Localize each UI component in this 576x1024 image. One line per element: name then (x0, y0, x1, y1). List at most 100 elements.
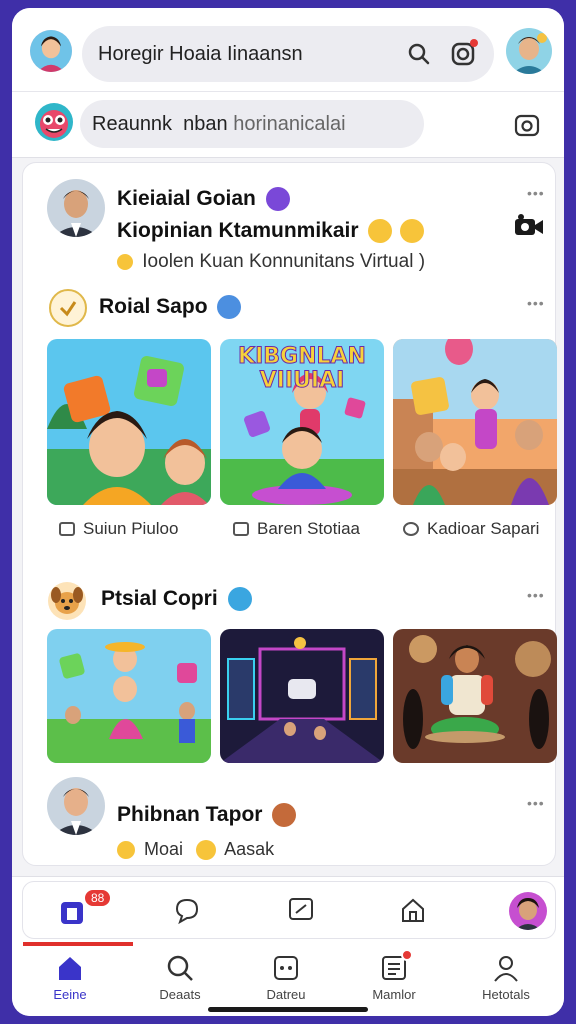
globe-emoji-icon (227, 587, 252, 612)
profile-icon (491, 953, 521, 983)
location-emoji-icon (117, 253, 133, 270)
chat-icon (403, 522, 419, 536)
post-author-name-text: Kieiaial Goian (117, 187, 256, 210)
party-cake-image (393, 629, 557, 763)
thumb-caption-1[interactable]: Suiun Piuloo (59, 519, 178, 539)
section-3-avatar[interactable] (47, 777, 105, 835)
profile-avatar[interactable] (506, 28, 552, 74)
edit-icon (233, 522, 249, 536)
search-icon (165, 953, 195, 983)
home-indicator (208, 1007, 368, 1012)
house-tab-icon[interactable] (397, 894, 429, 926)
image-icon (59, 522, 75, 536)
section-2-more-icon[interactable]: ••• (527, 587, 545, 603)
status-input[interactable]: Reaunnk nban horinanicalai (80, 100, 424, 148)
section-logo-icon (49, 289, 87, 327)
smile-emoji-icon (368, 219, 393, 244)
avatar-face-icon (509, 892, 547, 930)
chat-tab-icon[interactable] (171, 894, 203, 926)
post-author-avatar[interactable] (47, 179, 105, 237)
nav-home-label: Eeine (53, 987, 87, 1002)
user-avatar[interactable] (28, 28, 74, 74)
compose-tab-icon[interactable] (285, 894, 317, 926)
active-tab-underline (23, 942, 133, 946)
gallery-thumb-2[interactable]: KIBGNLAN VIIUIAI (220, 339, 384, 505)
nav-news[interactable]: Mamlor (346, 949, 442, 1002)
verified-badge-icon (265, 187, 290, 212)
gallery-thumb-5[interactable] (220, 629, 384, 763)
section-title-1-text: Roial Sapo (99, 295, 208, 318)
nav-games-label: Datreu (266, 987, 306, 1002)
mini-profile-avatar[interactable] (509, 892, 547, 930)
post-subtitle-text: Kiopinian Ktamunmikair (117, 219, 359, 242)
thumb-caption-3-text: Kadioar Sapari (427, 519, 540, 538)
person-face-icon (47, 777, 105, 835)
nav-search-label: Deaats (159, 987, 201, 1002)
news-icon (379, 949, 413, 983)
kids-playing-image (47, 339, 211, 505)
app-screen: Horegir Hoaia Iinaansn Reaunnk nban hori… (12, 8, 564, 1016)
mini-tab-badge: 88 (83, 888, 113, 908)
news-badge-dot (401, 949, 413, 961)
nav-home[interactable]: Eeine (22, 953, 118, 1002)
search-icon[interactable] (404, 39, 434, 69)
gallery-thumb-4[interactable] (47, 629, 211, 763)
banner-line-2: VIIUIAI (259, 368, 345, 393)
post-location-text: Ioolen Kuan Konnunitans Virtual ) (142, 251, 426, 272)
author-face-icon (47, 179, 105, 237)
feed-card: Kieiaial Goian Kiopinian Ktamunmikair Io… (22, 162, 557, 866)
thumb-caption-3[interactable]: Kadioar Sapari (403, 519, 539, 539)
section-title-1: Roial Sapo (99, 295, 242, 320)
thumb-caption-1-text: Suiun Piuloo (83, 519, 179, 538)
status-prompt-faded: horinanicalai (233, 112, 346, 135)
reaction-row: Moai Aasak (117, 839, 275, 861)
bottom-area: 88 Eeine Deaats Datreu Mamlor Hetotals (12, 876, 564, 1016)
cloud-emoji-icon (217, 295, 242, 320)
section-title-3: Phibnan Tapor (117, 803, 297, 828)
neon-stage-image (220, 629, 384, 763)
section-1-more-icon[interactable]: ••• (527, 295, 545, 311)
gallery-thumb-1[interactable] (47, 339, 211, 505)
mascot-avatar (34, 102, 74, 142)
camera-outline-icon[interactable] (514, 112, 540, 138)
section-title-2: Ptsial Copri (101, 587, 252, 612)
sparkle-emoji-icon (272, 803, 297, 828)
reaction-2-text: Aasak (224, 839, 275, 859)
section-title-2-text: Ptsial Copri (101, 587, 218, 610)
gallery-thumb-6[interactable] (393, 629, 557, 763)
post-author-name[interactable]: Kieiaial Goian (117, 187, 290, 212)
nav-search[interactable]: Deaats (132, 953, 228, 1002)
thumb-caption-2[interactable]: Baren Stotiaa (233, 519, 360, 539)
status-prompt: Reaunnk nban (92, 112, 234, 135)
avatar-face-icon (30, 30, 72, 72)
search-bar[interactable]: Horegir Hoaia Iinaansn (82, 26, 494, 82)
dog-icon (48, 582, 86, 620)
game-icon (271, 953, 301, 983)
laugh-emoji-icon (400, 219, 425, 244)
nav-profile-label: Hetotals (482, 987, 530, 1002)
search-text: Horegir Hoaia Iinaansn (98, 42, 303, 65)
nav-profile[interactable]: Hetotals (458, 953, 554, 1002)
gallery-thumb-3[interactable] (393, 339, 557, 505)
section-3-more-icon[interactable]: ••• (527, 795, 545, 811)
home-icon (55, 953, 85, 983)
kids-field-image (47, 629, 211, 763)
section-title-3-text: Phibnan Tapor (117, 803, 263, 826)
nav-games[interactable]: Datreu (238, 953, 334, 1002)
top-bar: Horegir Hoaia Iinaansn (12, 8, 564, 92)
video-camera-icon[interactable] (513, 213, 545, 242)
kids-celebrating-image (393, 339, 557, 505)
mascot-icon (35, 103, 73, 141)
avatar-face-icon (506, 28, 552, 74)
nav-news-label: Mamlor (372, 987, 416, 1002)
bottom-nav: Eeine Deaats Datreu Mamlor Hetotals (12, 949, 564, 1016)
camera-icon[interactable] (448, 39, 478, 69)
notification-dot (470, 39, 478, 47)
smile-emoji-icon (117, 841, 135, 860)
post-more-icon[interactable]: ••• (527, 185, 545, 201)
reaction-1-text: Moai (144, 839, 184, 859)
post-location: Ioolen Kuan Konnunitans Virtual ) (117, 251, 425, 273)
dog-avatar (47, 581, 87, 621)
mini-tab-strip: 88 (22, 881, 556, 946)
thumb-caption-2-text: Baren Stotiaa (257, 519, 361, 538)
